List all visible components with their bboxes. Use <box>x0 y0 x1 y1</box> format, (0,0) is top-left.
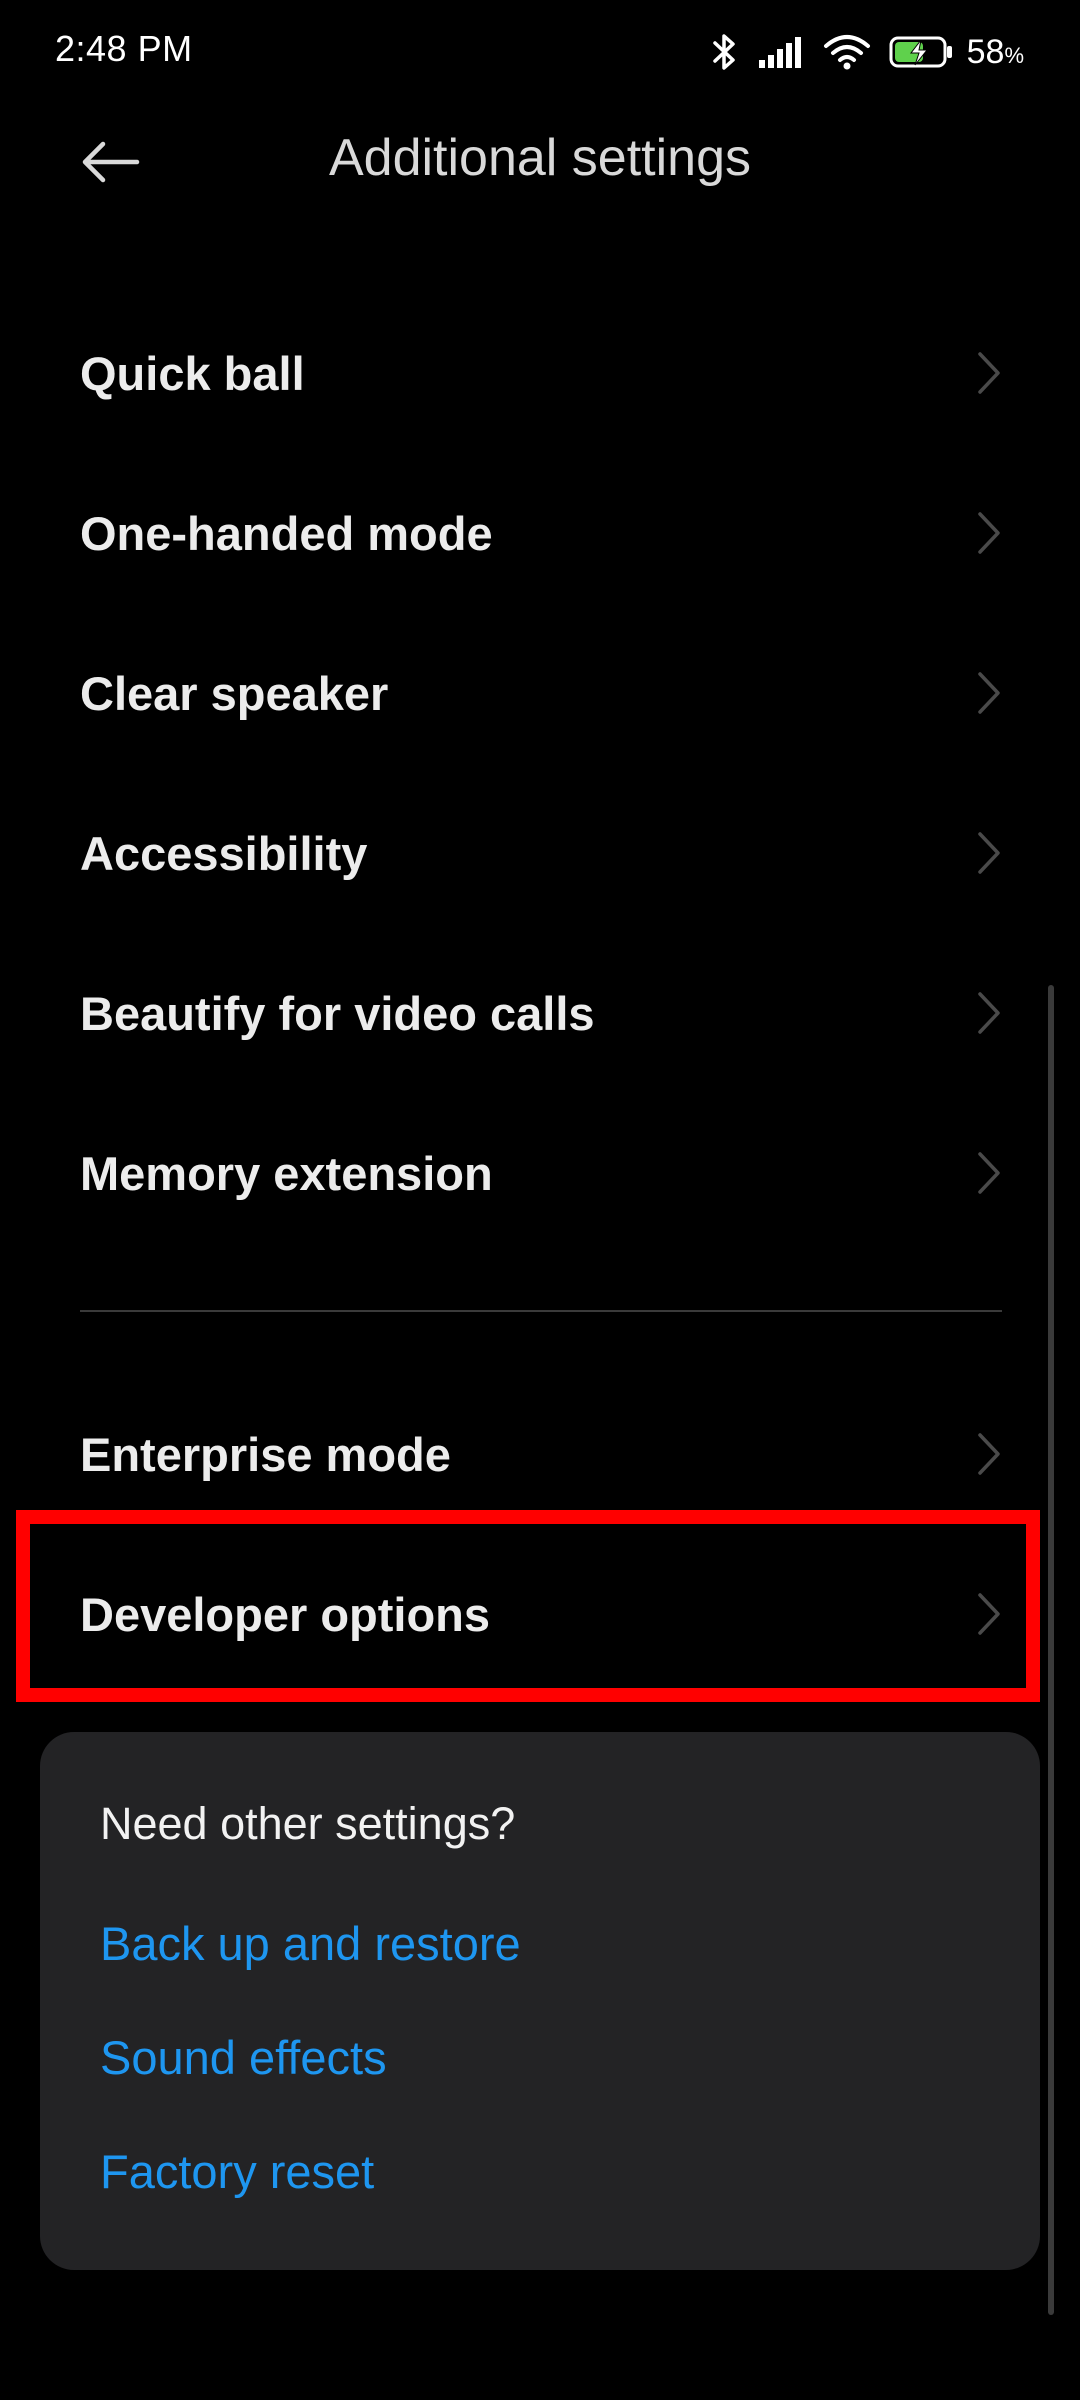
battery-percent: 58% <box>966 32 1024 71</box>
battery-charging-icon <box>889 34 955 70</box>
other-settings-title: Need other settings? <box>100 1798 516 1849</box>
chevron-right-icon <box>978 672 1000 714</box>
settings-list-secondary: Enterprise mode Developer options <box>0 1374 1080 1694</box>
section-divider <box>80 1310 1002 1312</box>
settings-item-enterprise-mode[interactable]: Enterprise mode <box>0 1374 1080 1534</box>
signal-icon <box>757 34 805 70</box>
settings-list: Quick ball One-handed mode Clear speaker… <box>0 293 1080 1253</box>
other-settings-card: Need other settings? Back up and restore… <box>40 1732 1040 2270</box>
settings-item-label: Accessibility <box>80 826 368 880</box>
link-factory-reset[interactable]: Factory reset <box>100 2144 374 2199</box>
status-time: 2:48 PM <box>55 28 193 69</box>
chevron-right-icon <box>978 512 1000 554</box>
chevron-right-icon <box>978 832 1000 874</box>
page-title: Additional settings <box>328 129 752 187</box>
settings-item-label: Clear speaker <box>80 666 389 720</box>
settings-item-clear-speaker[interactable]: Clear speaker <box>0 613 1080 773</box>
bluetooth-icon <box>709 32 739 72</box>
settings-item-label: Enterprise mode <box>80 1427 451 1481</box>
chevron-right-icon <box>978 1152 1000 1194</box>
settings-item-accessibility[interactable]: Accessibility <box>0 773 1080 933</box>
settings-item-beautify-video-calls[interactable]: Beautify for video calls <box>0 933 1080 1093</box>
scrollbar[interactable] <box>1048 985 1054 2315</box>
settings-item-memory-extension[interactable]: Memory extension <box>0 1093 1080 1253</box>
settings-item-developer-options[interactable]: Developer options <box>0 1534 1080 1694</box>
settings-item-label: Quick ball <box>80 346 305 400</box>
header: Additional settings <box>0 104 1080 224</box>
settings-item-label: One-handed mode <box>80 506 493 560</box>
link-sound-effects[interactable]: Sound effects <box>100 2030 387 2085</box>
chevron-right-icon <box>978 992 1000 1034</box>
link-back-up-and-restore[interactable]: Back up and restore <box>100 1916 521 1971</box>
chevron-right-icon <box>978 1593 1000 1635</box>
chevron-right-icon <box>978 1433 1000 1475</box>
settings-item-label: Developer options <box>80 1587 491 1641</box>
status-bar: 2:48 PM 58% <box>0 0 1080 104</box>
settings-item-label: Memory extension <box>80 1146 493 1200</box>
wifi-icon <box>823 33 871 71</box>
status-icons: 58% <box>709 28 1024 76</box>
settings-item-one-handed-mode[interactable]: One-handed mode <box>0 453 1080 613</box>
settings-item-quick-ball[interactable]: Quick ball <box>0 293 1080 453</box>
chevron-right-icon <box>978 352 1000 394</box>
settings-item-label: Beautify for video calls <box>80 986 595 1040</box>
